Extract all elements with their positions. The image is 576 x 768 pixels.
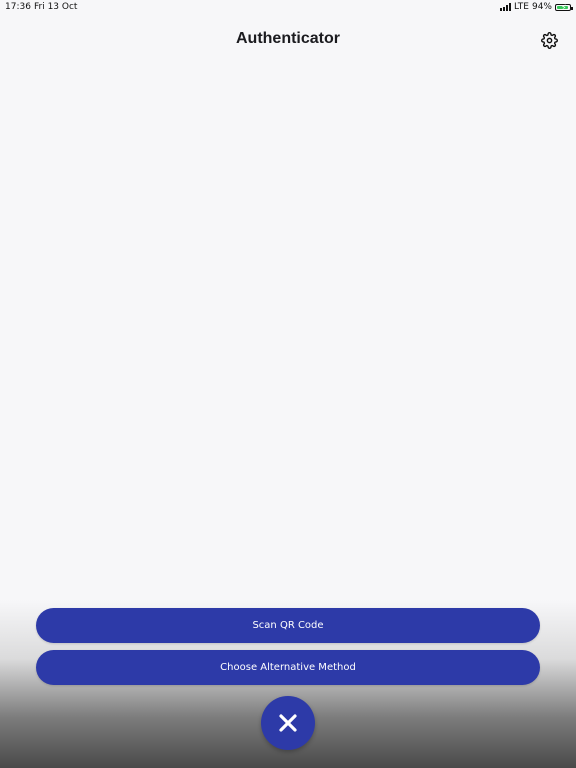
battery-percent: 94% xyxy=(531,2,552,12)
settings-button[interactable] xyxy=(539,30,559,50)
scan-qr-code-button[interactable]: Scan QR Code xyxy=(36,608,540,643)
charging-bolt-icon: ⚡ xyxy=(561,2,567,12)
close-icon xyxy=(279,714,297,732)
status-indicators: LTE 94% ⚡ xyxy=(500,2,573,12)
battery-icon: ⚡ xyxy=(555,2,573,12)
gear-icon xyxy=(540,31,558,49)
choose-alternative-method-button[interactable]: Choose Alternative Method xyxy=(36,650,540,685)
signal-icon xyxy=(500,3,512,11)
network-label: LTE xyxy=(514,2,529,12)
close-button[interactable] xyxy=(261,696,315,750)
page-title: Authenticator xyxy=(236,30,340,47)
status-bar: 17:36 Fri 13 Oct LTE 94% ⚡ xyxy=(0,0,576,14)
status-date: Fri 13 Oct xyxy=(34,2,78,12)
status-time: 17:36 xyxy=(5,2,31,12)
